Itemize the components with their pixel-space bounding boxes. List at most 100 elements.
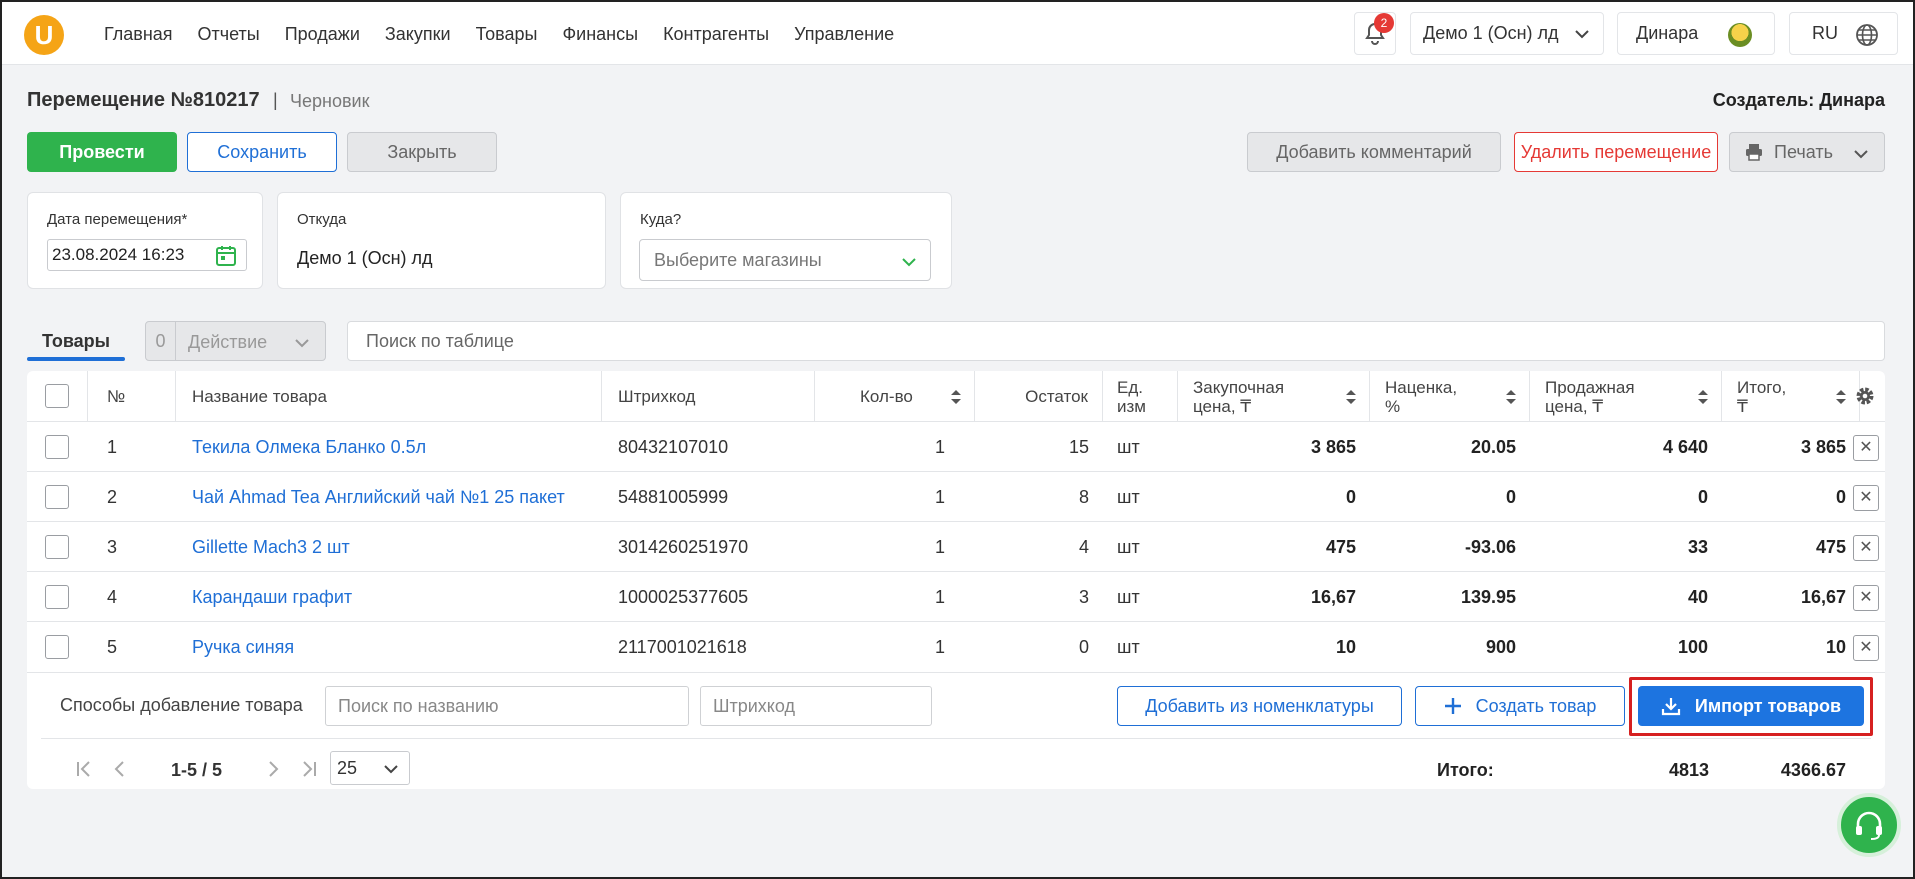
row-markup[interactable]: 20.05 — [1370, 422, 1516, 472]
product-name-link[interactable]: Текила Олмека Бланко 0.5л — [192, 422, 426, 472]
remove-row-button[interactable]: ✕ — [1853, 485, 1879, 511]
from-field-card: Откуда Демо 1 (Осн) лд — [277, 192, 606, 289]
logo[interactable]: U — [24, 15, 64, 55]
first-page-icon[interactable] — [74, 759, 94, 779]
row-qty[interactable]: 1 — [815, 622, 945, 672]
row-qty[interactable]: 1 — [815, 472, 945, 522]
row-checkbox[interactable] — [45, 485, 69, 509]
row-checkbox[interactable] — [45, 435, 69, 459]
add-comment-button[interactable]: Добавить комментарий — [1247, 132, 1501, 172]
row-markup[interactable]: 0 — [1370, 472, 1516, 522]
tab-products[interactable]: Товары — [27, 323, 125, 361]
table-header: № Название товара Штрихкод Кол-во Остато… — [27, 371, 1885, 422]
store-selector[interactable]: Демо 1 (Осн) лд — [1410, 12, 1604, 55]
row-sale-price[interactable]: 0 — [1530, 472, 1708, 522]
row-markup[interactable]: 139.95 — [1370, 572, 1516, 622]
row-purchase-price[interactable]: 3 865 — [1178, 422, 1356, 472]
calendar-icon[interactable] — [214, 244, 238, 268]
create-product-button[interactable]: Создать товар — [1415, 686, 1625, 726]
date-input[interactable]: 23.08.2024 16:23 — [47, 239, 247, 271]
bulk-action-select[interactable]: 0 Действие — [145, 321, 326, 361]
table-row: 1 Текила Олмека Бланко 0.5л 80432107010 … — [27, 422, 1885, 472]
support-chat-button[interactable] — [1837, 793, 1901, 857]
gear-icon[interactable] — [1854, 385, 1876, 407]
nav-item-sales[interactable]: Продажи — [285, 24, 360, 45]
column-qty[interactable]: Кол-во — [815, 371, 975, 422]
sort-icon[interactable] — [1835, 389, 1847, 405]
pagination: 1-5 / 5 25 Итого: 4813 4366.67 — [27, 749, 1885, 789]
title-separator: | — [273, 90, 278, 110]
language-selector[interactable]: RU — [1789, 12, 1898, 55]
remove-row-button[interactable]: ✕ — [1853, 435, 1879, 461]
row-qty[interactable]: 1 — [815, 422, 945, 472]
row-markup[interactable]: 900 — [1370, 622, 1516, 672]
conduct-button[interactable]: Провести — [27, 132, 177, 172]
add-by-name-input[interactable]: Поиск по названию — [325, 686, 689, 726]
row-num: 5 — [107, 637, 118, 657]
add-by-barcode-placeholder: Штрихкод — [713, 696, 796, 716]
last-page-icon[interactable] — [299, 759, 319, 779]
page-range: 1-5 / 5 — [171, 760, 223, 780]
row-qty[interactable]: 1 — [815, 522, 945, 572]
page-size-select[interactable]: 25 — [330, 751, 410, 785]
product-name-link[interactable]: Чай Ahmad Tea Английский чай №1 25 пакет — [192, 472, 565, 522]
sort-icon[interactable] — [950, 389, 962, 405]
row-total: 0 — [1835, 487, 1846, 507]
row-purchase-price[interactable]: 475 — [1178, 522, 1356, 572]
row-unit: шт — [1117, 537, 1140, 557]
nav-item-counterparties[interactable]: Контрагенты — [663, 24, 769, 45]
to-store-select[interactable]: Выберите магазины — [639, 239, 931, 281]
remove-row-button[interactable]: ✕ — [1853, 635, 1879, 661]
nav-item-home[interactable]: Главная — [104, 24, 173, 45]
row-num: 3 — [107, 537, 118, 557]
add-from-nomenclature-button[interactable]: Добавить из номенклатуры — [1117, 686, 1402, 726]
sort-icon[interactable] — [1505, 389, 1517, 405]
nav-item-finance[interactable]: Финансы — [562, 24, 638, 45]
column-markup[interactable]: Наценка,% — [1370, 371, 1530, 422]
column-sale-price[interactable]: Продажная цена, ₸ — [1530, 371, 1722, 422]
table-row: 5 Ручка синяя 2117001021618 1 0 шт 10 90… — [27, 622, 1885, 672]
product-name-link[interactable]: Gillette Mach3 2 шт — [192, 522, 350, 572]
prev-page-icon[interactable] — [110, 759, 130, 779]
row-checkbox[interactable] — [45, 635, 69, 659]
row-checkbox[interactable] — [45, 535, 69, 559]
select-all-checkbox[interactable] — [45, 384, 69, 408]
user-menu[interactable]: Динара — [1617, 12, 1775, 55]
row-purchase-price[interactable]: 16,67 — [1178, 572, 1356, 622]
printer-icon — [1746, 144, 1762, 161]
save-button[interactable]: Сохранить — [187, 132, 337, 172]
add-by-barcode-input[interactable]: Штрихкод — [700, 686, 932, 726]
column-total[interactable]: Итого, ₸ — [1722, 371, 1860, 422]
tab-products-label: Товары — [41, 331, 111, 351]
row-sale-price[interactable]: 33 — [1530, 522, 1708, 572]
chevron-down-icon — [384, 765, 398, 774]
row-markup[interactable]: -93.06 — [1370, 522, 1516, 572]
row-sale-price[interactable]: 100 — [1530, 622, 1708, 672]
nav-item-purchases[interactable]: Закупки — [385, 24, 451, 45]
column-purchase-line2: цена, ₸ — [1193, 396, 1252, 416]
next-page-icon[interactable] — [263, 759, 283, 779]
row-qty[interactable]: 1 — [815, 572, 945, 622]
delete-transfer-button[interactable]: Удалить перемещение — [1514, 132, 1718, 172]
sort-icon[interactable] — [1697, 389, 1709, 405]
remove-row-button[interactable]: ✕ — [1853, 535, 1879, 561]
column-purchase-price[interactable]: Закупочная цена, ₸ — [1178, 371, 1370, 422]
column-unit: Ед. изм — [1103, 371, 1178, 422]
print-button[interactable]: Печать — [1729, 132, 1885, 172]
row-purchase-price[interactable]: 10 — [1178, 622, 1356, 672]
table-search-input[interactable]: Поиск по таблице — [347, 321, 1885, 361]
nav-item-products[interactable]: Товары — [476, 24, 538, 45]
row-checkbox[interactable] — [45, 585, 69, 609]
notifications-button[interactable]: 2 — [1354, 12, 1396, 55]
remove-row-button[interactable]: ✕ — [1853, 585, 1879, 611]
nav-item-management[interactable]: Управление — [794, 24, 894, 45]
product-name-link[interactable]: Ручка синяя — [192, 622, 294, 672]
nav-item-reports[interactable]: Отчеты — [198, 24, 260, 45]
chevron-down-icon — [902, 258, 916, 267]
row-sale-price[interactable]: 40 — [1530, 572, 1708, 622]
sort-icon[interactable] — [1345, 389, 1357, 405]
product-name-link[interactable]: Карандаши графит — [192, 572, 352, 622]
row-purchase-price[interactable]: 0 — [1178, 472, 1356, 522]
close-button[interactable]: Закрыть — [347, 132, 497, 172]
row-sale-price[interactable]: 4 640 — [1530, 422, 1708, 472]
